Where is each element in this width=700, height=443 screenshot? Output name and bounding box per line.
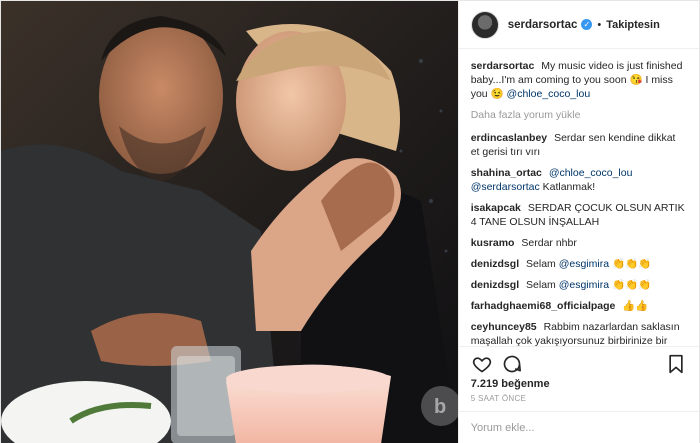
comment-icon[interactable] bbox=[501, 353, 523, 375]
comment-text: Selam bbox=[526, 279, 556, 292]
clap-emoji-icon: 👏👏👏 bbox=[611, 258, 652, 271]
add-comment-input[interactable] bbox=[470, 422, 687, 435]
comment-username[interactable]: isakapcak bbox=[471, 202, 521, 214]
likes-count[interactable]: 7.219 beğenme bbox=[459, 374, 699, 390]
comment-username[interactable]: shahina_ortac bbox=[471, 167, 542, 179]
thumbs-up-emoji-icon: 👍👍 bbox=[622, 300, 649, 313]
comments-list: serdarsortac My music video is just fini… bbox=[459, 49, 699, 346]
comment-username[interactable]: kusramo bbox=[471, 237, 515, 249]
post-header: serdarsortac ✓ • Takiptesin bbox=[458, 1, 699, 50]
comment-item: denizdsgl Selam @esgimira 👏👏👏 bbox=[471, 257, 687, 271]
instagram-post: b serdarsortac ✓ • Takiptesin serdarsort… bbox=[0, 0, 700, 443]
comment-item: denizdsgl Selam @esgimira 👏👏👏 bbox=[471, 278, 687, 292]
post-sidebar: serdarsortac ✓ • Takiptesin serdarsortac… bbox=[457, 1, 699, 443]
load-more-comments[interactable]: Daha fazla yorum yükle bbox=[471, 108, 687, 122]
comment-item: isakapcak SERDAR ÇOCUK OLSUN ARTIK 4 TAN… bbox=[471, 201, 687, 229]
post-photo[interactable]: b bbox=[1, 1, 458, 443]
add-comment-bar bbox=[458, 411, 699, 443]
comment-username[interactable]: denizdsgl bbox=[471, 258, 519, 270]
comment-username[interactable]: farhadghaemi68_officialpage bbox=[471, 300, 616, 312]
caption: serdarsortac My music video is just fini… bbox=[471, 59, 687, 101]
comment-item: shahina_ortac @chloe_coco_lou @serdarsor… bbox=[471, 166, 687, 194]
svg-text:b: b bbox=[434, 396, 446, 418]
comment-text: Selam bbox=[526, 258, 556, 271]
heart-icon[interactable] bbox=[471, 353, 493, 375]
comment-username[interactable]: denizdsgl bbox=[471, 279, 519, 291]
comment-mention[interactable]: @esgimira bbox=[559, 258, 609, 270]
separator-dot: • bbox=[597, 18, 602, 31]
username-link[interactable]: serdarsortac bbox=[508, 19, 578, 31]
caption-username[interactable]: serdarsortac bbox=[471, 60, 535, 72]
photo-illustration: b bbox=[1, 1, 458, 443]
comment-item: erdincaslanbey Serdar sen kendine dikkat… bbox=[471, 131, 687, 159]
avatar[interactable] bbox=[470, 10, 499, 39]
comment-username[interactable]: ceyhuncey85 bbox=[471, 321, 537, 333]
comment-username[interactable]: erdincaslanbey bbox=[471, 132, 547, 144]
comment-item: kusramo Serdar nhbr bbox=[471, 236, 687, 250]
following-button[interactable]: Takiptesin bbox=[606, 19, 660, 31]
comment-text: Serdar nhbr bbox=[521, 237, 577, 250]
action-bar bbox=[458, 346, 699, 375]
clap-emoji-icon: 👏👏👏 bbox=[611, 279, 652, 292]
comment-item: ceyhuncey85 Rabbim nazarlardan saklasın … bbox=[471, 320, 687, 346]
caption-mention[interactable]: @chloe_coco_lou bbox=[507, 88, 591, 100]
comment-item: farhadghaemi68_officialpage 👍👍 bbox=[471, 299, 687, 313]
comment-mention[interactable]: @esgimira bbox=[559, 279, 609, 291]
comment-text: Katlanmak! bbox=[542, 181, 596, 194]
bookmark-icon[interactable] bbox=[665, 353, 687, 375]
verified-badge-icon: ✓ bbox=[581, 19, 593, 31]
post-timestamp: 5 SAAT ÖNCE bbox=[470, 394, 527, 404]
